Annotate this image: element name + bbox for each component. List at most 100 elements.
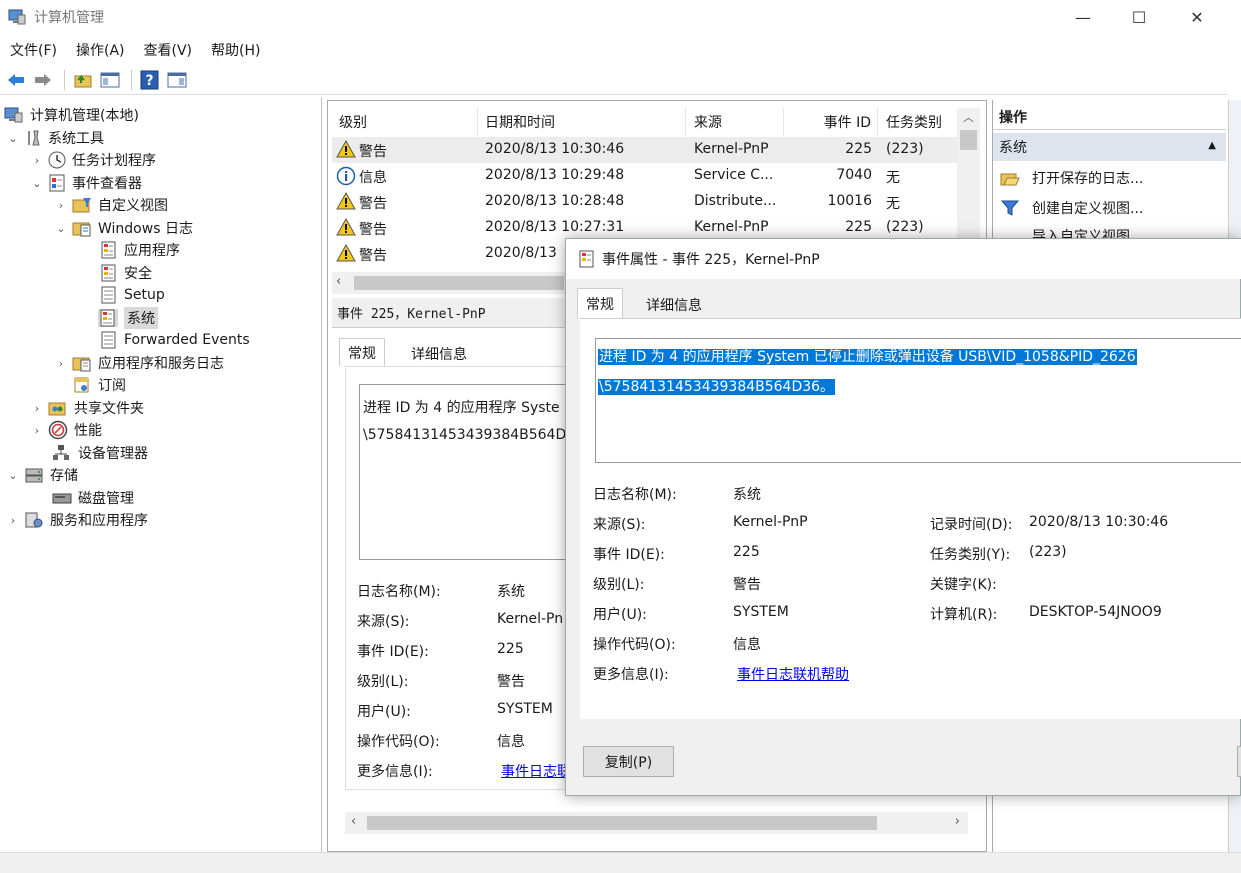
chevron-right-icon[interactable]: › bbox=[6, 514, 20, 527]
chevron-right-icon[interactable]: › bbox=[54, 199, 68, 212]
action-label: 创建自定义视图... bbox=[1032, 201, 1144, 217]
menu-action[interactable]: 操作(A) bbox=[76, 40, 125, 60]
log-icon bbox=[100, 264, 118, 282]
scroll-thumb[interactable] bbox=[354, 276, 564, 290]
tree-item-task-scheduler[interactable]: › 任务计划程序 bbox=[30, 149, 156, 171]
tree-item-subscriptions[interactable]: 订阅 bbox=[72, 374, 126, 396]
dialog-tab-general[interactable]: 常规 bbox=[577, 288, 623, 319]
services-icon bbox=[24, 511, 44, 529]
chevron-down-icon[interactable]: ⌄ bbox=[30, 177, 44, 190]
help-button[interactable]: ? bbox=[138, 69, 162, 91]
back-button[interactable] bbox=[4, 69, 28, 91]
chevron-right-icon[interactable]: › bbox=[30, 402, 44, 415]
warning-icon bbox=[336, 243, 356, 266]
tree-root[interactable]: 计算机管理(本地) bbox=[4, 104, 139, 126]
warning-icon bbox=[336, 139, 356, 162]
tree-item-application[interactable]: 应用程序 bbox=[100, 239, 180, 261]
detail-more-info-link[interactable]: 事件日志联 bbox=[501, 761, 565, 781]
tree-item-event-viewer[interactable]: ⌄ 事件查看器 bbox=[30, 172, 142, 194]
dialog-more-info-link[interactable]: 事件日志联机帮助 bbox=[737, 664, 849, 684]
tree-item-windows-logs[interactable]: ⌄ Windows 日志 bbox=[54, 217, 193, 239]
action-create-custom-view[interactable]: 创建自定义视图... bbox=[1000, 195, 1143, 221]
folder-log-icon bbox=[72, 354, 92, 372]
dialog-tab-details[interactable]: 详细信息 bbox=[638, 291, 710, 319]
detail-label: 来源(S): bbox=[357, 614, 410, 630]
tree-item-system-tools[interactable]: ⌄ 系统工具 bbox=[6, 127, 104, 149]
toolbar-separator bbox=[131, 70, 132, 90]
tree-item-system[interactable]: 系统 bbox=[98, 307, 158, 329]
scroll-thumb[interactable] bbox=[960, 130, 977, 150]
import-icon bbox=[1000, 226, 1020, 238]
menu-help[interactable]: 帮助(H) bbox=[211, 40, 260, 60]
tree-label: 计算机管理(本地) bbox=[30, 108, 139, 124]
scroll-thumb[interactable] bbox=[367, 816, 877, 830]
detail-label: 级别(L): bbox=[357, 674, 409, 690]
actions-section-system[interactable]: 系统 ▲ bbox=[993, 133, 1226, 161]
tree-item-app-service-logs[interactable]: › 应用程序和服务日志 bbox=[54, 352, 224, 374]
event-task: (223) bbox=[886, 219, 924, 235]
event-row[interactable]: 警告 2020/8/13 10:30:46 Kernel-PnP 225 (22… bbox=[332, 137, 958, 163]
open-folder-icon bbox=[1000, 169, 1020, 187]
detail-value: 系统 bbox=[497, 584, 525, 600]
maximize-button[interactable]: ☐ bbox=[1110, 0, 1168, 34]
tree-item-shared-folders[interactable]: › 共享文件夹 bbox=[30, 397, 144, 419]
dialog-label-logged: 记录时间(D): bbox=[930, 517, 1013, 533]
action-open-saved-log[interactable]: 打开保存的日志... bbox=[1000, 165, 1143, 191]
copy-button[interactable]: 复制(P) bbox=[583, 746, 674, 777]
up-folder-button[interactable] bbox=[71, 69, 95, 91]
show-hide-tree-button[interactable] bbox=[98, 69, 122, 91]
help-icon: ? bbox=[140, 70, 159, 90]
tree-item-security[interactable]: 安全 bbox=[100, 262, 152, 284]
tree-item-storage[interactable]: ⌄ 存储 bbox=[6, 464, 78, 486]
close-button[interactable]: ✕ bbox=[1168, 0, 1226, 34]
tree-item-disk-management[interactable]: 磁盘管理 bbox=[48, 487, 134, 509]
event-id: 10016 bbox=[827, 193, 872, 209]
chevron-down-icon[interactable]: ⌄ bbox=[6, 132, 20, 145]
detail-horizontal-scrollbar[interactable]: ‹ › bbox=[345, 812, 968, 834]
tree-item-setup[interactable]: Setup bbox=[100, 284, 165, 306]
tree-label: 服务和应用程序 bbox=[50, 513, 148, 529]
column-header-event-id[interactable]: 事件 ID bbox=[784, 108, 878, 136]
chevron-right-icon[interactable]: › bbox=[30, 154, 44, 167]
scroll-left-icon[interactable]: ‹ bbox=[351, 814, 356, 829]
tree-item-custom-views[interactable]: › 自定义视图 bbox=[54, 194, 168, 216]
detail-message-box[interactable]: 进程 ID 为 4 的应用程序 Syste \57584131453439384… bbox=[359, 384, 567, 560]
tree-label: 安全 bbox=[124, 266, 152, 282]
folder-log-icon bbox=[72, 219, 92, 237]
close-dialog-button[interactable] bbox=[1237, 746, 1241, 777]
chevron-right-icon[interactable]: › bbox=[54, 357, 68, 370]
scroll-up-icon[interactable]: ︿ bbox=[957, 108, 980, 128]
tree-label: 磁盘管理 bbox=[78, 491, 134, 507]
action-import-custom-view[interactable]: 导入自定义视图... bbox=[1000, 226, 1143, 238]
tree-label: 订阅 bbox=[98, 378, 126, 394]
dialog-message-box[interactable]: 进程 ID 为 4 的应用程序 System 已停止删除或弹出设备 USB\VI… bbox=[595, 338, 1241, 463]
tree-item-forwarded-events[interactable]: Forwarded Events bbox=[100, 329, 250, 351]
minimize-button[interactable]: — bbox=[1054, 0, 1112, 34]
actions-header: 操作 bbox=[993, 104, 1226, 130]
column-header-date[interactable]: 日期和时间 bbox=[478, 108, 686, 136]
event-row[interactable]: 警告 2020/8/13 10:28:48 Distribute... 1001… bbox=[332, 189, 958, 215]
chevron-right-icon[interactable]: › bbox=[30, 424, 44, 437]
column-header-level[interactable]: 级别 bbox=[332, 108, 478, 136]
scroll-right-icon[interactable]: › bbox=[955, 814, 960, 829]
column-header-task[interactable]: 任务类别 bbox=[878, 108, 958, 136]
chevron-down-icon[interactable]: ⌄ bbox=[54, 222, 68, 235]
dialog-title-bar[interactable]: 事件属性 - 事件 225，Kernel-PnP bbox=[566, 239, 1241, 279]
show-action-pane-button[interactable] bbox=[165, 69, 189, 91]
dialog-label-level: 级别(L): bbox=[593, 577, 645, 593]
forward-button[interactable] bbox=[31, 69, 55, 91]
disk-icon bbox=[52, 489, 72, 507]
scroll-left-icon[interactable]: ‹ bbox=[336, 274, 341, 289]
dialog-value-level: 警告 bbox=[733, 577, 761, 593]
chevron-down-icon[interactable]: ⌄ bbox=[6, 469, 20, 482]
menu-view[interactable]: 查看(V) bbox=[144, 40, 193, 60]
event-row[interactable]: 信息 2020/8/13 10:29:48 Service C... 7040 … bbox=[332, 163, 958, 189]
tree-item-performance[interactable]: › 性能 bbox=[30, 419, 102, 441]
tab-details[interactable]: 详细信息 bbox=[403, 340, 475, 368]
column-header-source[interactable]: 来源 bbox=[686, 108, 784, 136]
tree-item-device-manager[interactable]: 设备管理器 bbox=[48, 442, 148, 464]
collapse-triangle-icon[interactable]: ▲ bbox=[1208, 140, 1216, 151]
tab-general[interactable]: 常规 bbox=[339, 338, 385, 366]
tree-item-services-apps[interactable]: › 服务和应用程序 bbox=[6, 509, 148, 531]
menu-file[interactable]: 文件(F) bbox=[10, 40, 57, 60]
